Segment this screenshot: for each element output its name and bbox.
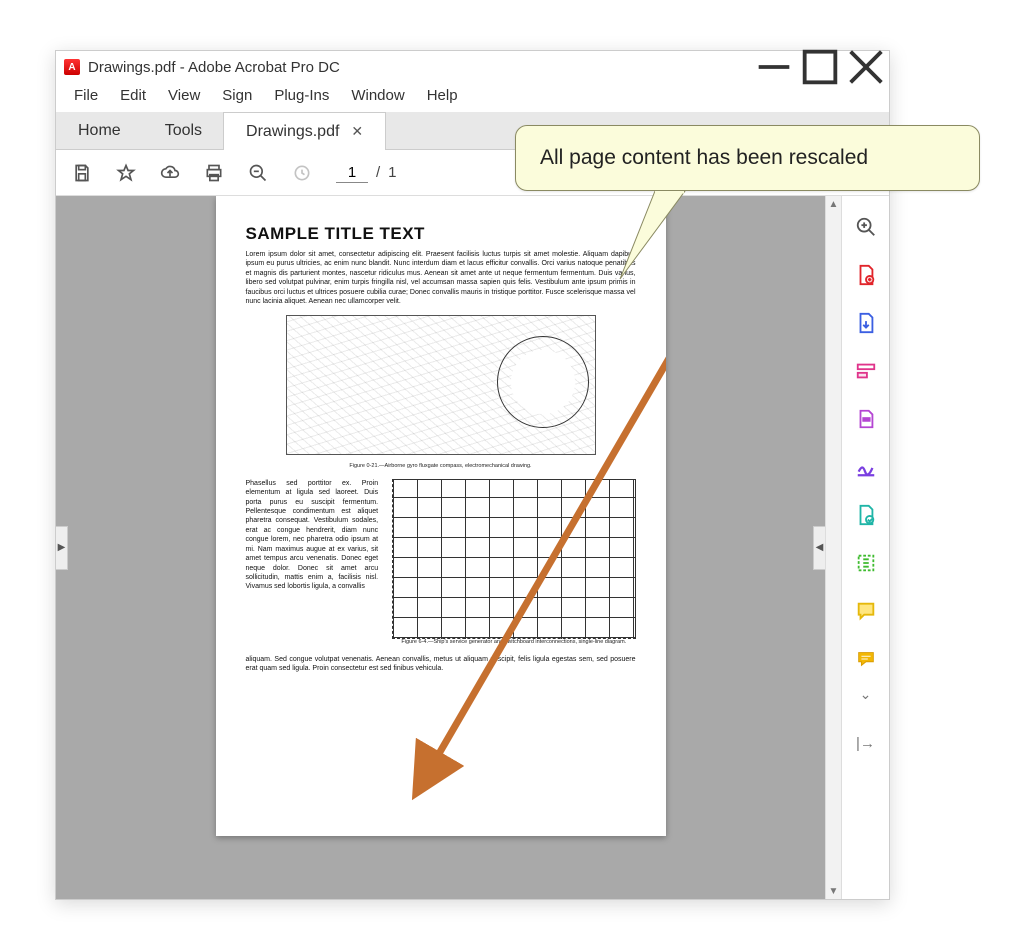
- acrobat-app-icon: A: [64, 59, 80, 75]
- technical-diagram-2: [392, 479, 635, 639]
- annotation-callout: All page content has been rescaled: [515, 125, 980, 191]
- save-icon[interactable]: [68, 159, 96, 187]
- tab-tools[interactable]: Tools: [143, 112, 224, 149]
- more-tools-chevron-icon[interactable]: ⌄: [860, 686, 872, 703]
- menu-sign[interactable]: Sign: [212, 85, 262, 106]
- edit-pdf-icon[interactable]: [853, 358, 879, 384]
- page-counter: / 1: [336, 163, 397, 183]
- expand-panel-icon[interactable]: |→: [856, 735, 875, 752]
- current-page-input[interactable]: [336, 163, 368, 183]
- doc-paragraph-1: Lorem ipsum dolor sit amet, consectetur …: [246, 250, 636, 307]
- star-icon[interactable]: [112, 159, 140, 187]
- menu-window[interactable]: Window: [341, 85, 414, 106]
- callout-bubble: All page content has been rescaled: [515, 125, 980, 191]
- doc-paragraph-2: Phasellus sed porttitor ex. Proin elemen…: [246, 479, 379, 592]
- content-area: ▶ ◀ SAMPLE TITLE TEXT Lorem ipsum dolor …: [56, 196, 889, 899]
- total-pages: 1: [388, 164, 396, 181]
- menu-view[interactable]: View: [158, 85, 210, 106]
- convert-pdf-icon[interactable]: [853, 502, 879, 528]
- vertical-scrollbar[interactable]: ▲ ▼: [825, 196, 841, 899]
- close-button[interactable]: [843, 51, 889, 83]
- fill-sign-icon[interactable]: [853, 454, 879, 480]
- pdf-page: SAMPLE TITLE TEXT Lorem ipsum dolor sit …: [216, 196, 666, 836]
- right-panel-toggle[interactable]: ◀: [813, 526, 825, 570]
- comment-icon[interactable]: [853, 598, 879, 624]
- callout-tail: [615, 191, 695, 281]
- minimize-button[interactable]: [751, 51, 797, 83]
- figure-caption-1: Figure 0-21.—Airborne gyro fluxgate comp…: [246, 463, 636, 469]
- left-panel-toggle[interactable]: ▶: [56, 526, 68, 570]
- search-plus-icon[interactable]: [853, 214, 879, 240]
- revert-icon[interactable]: [288, 159, 316, 187]
- page-slash: /: [376, 164, 380, 181]
- menu-file[interactable]: File: [64, 85, 108, 106]
- print-icon[interactable]: [200, 159, 228, 187]
- scroll-up-icon[interactable]: ▲: [826, 196, 841, 212]
- tab-close-icon[interactable]: ✕: [351, 123, 363, 140]
- menu-plugins[interactable]: Plug-Ins: [264, 85, 339, 106]
- doc-paragraph-3: aliquam. Sed congue volutpat venenatis. …: [246, 655, 636, 674]
- scroll-down-icon[interactable]: ▼: [826, 883, 841, 899]
- callout-text: All page content has been rescaled: [540, 146, 868, 169]
- sticky-note-icon[interactable]: [853, 646, 879, 672]
- technical-diagram-1: [286, 315, 596, 455]
- maximize-button[interactable]: [797, 51, 843, 83]
- tab-document-label: Drawings.pdf: [246, 123, 339, 141]
- zoom-out-icon[interactable]: [244, 159, 272, 187]
- menu-edit[interactable]: Edit: [110, 85, 156, 106]
- redact-icon[interactable]: [853, 406, 879, 432]
- menu-help[interactable]: Help: [417, 85, 468, 106]
- cloud-upload-icon[interactable]: [156, 159, 184, 187]
- create-pdf-icon[interactable]: [853, 262, 879, 288]
- document-viewer[interactable]: ▶ ◀ SAMPLE TITLE TEXT Lorem ipsum dolor …: [56, 196, 825, 899]
- window-title: Drawings.pdf - Adobe Acrobat Pro DC: [88, 59, 340, 76]
- menu-bar: File Edit View Sign Plug-Ins Window Help: [56, 83, 889, 112]
- title-bar: A Drawings.pdf - Adobe Acrobat Pro DC: [56, 51, 889, 83]
- doc-title: SAMPLE TITLE TEXT: [246, 224, 636, 244]
- export-pdf-icon[interactable]: [853, 310, 879, 336]
- figure-caption-2: Figure 6-4.—Ship's service generator and…: [392, 639, 635, 645]
- tab-document[interactable]: Drawings.pdf ✕: [223, 112, 386, 150]
- optimize-pdf-icon[interactable]: [853, 550, 879, 576]
- tab-home[interactable]: Home: [56, 112, 143, 149]
- tools-side-panel: ⌄ |→: [841, 196, 889, 899]
